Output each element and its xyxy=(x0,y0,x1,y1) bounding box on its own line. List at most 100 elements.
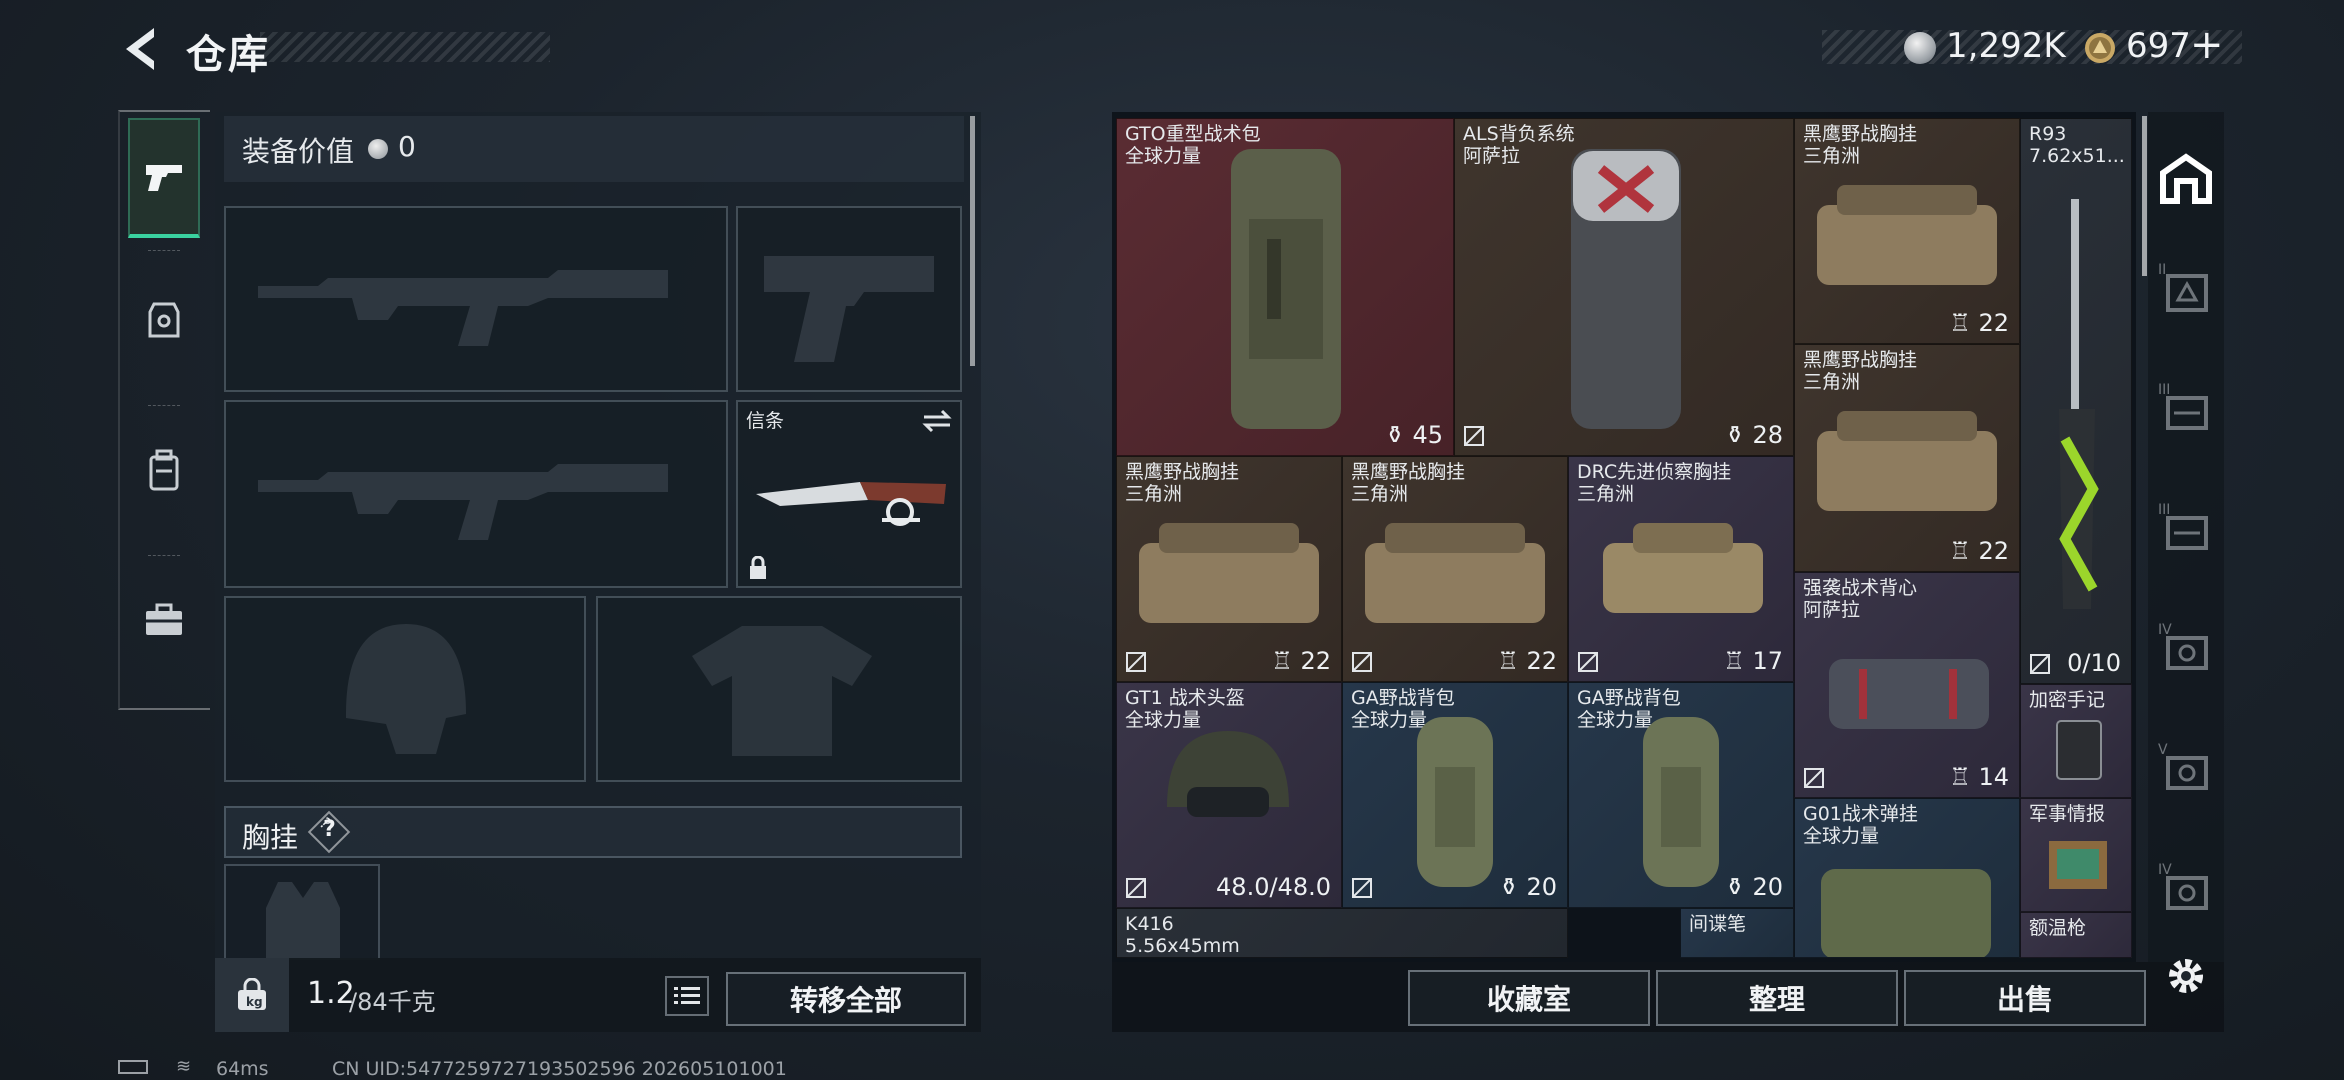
item-cell[interactable]: K416 5.56x45mm xyxy=(1116,908,1568,958)
chest-rig-label: 胸挂 xyxy=(242,821,299,854)
sniper-rifle-icon xyxy=(2059,199,2099,609)
item-cell[interactable]: 加密手记 xyxy=(2020,684,2132,798)
item-cell[interactable]: GTO重型战术包 全球力量 ⚱ 45 xyxy=(1116,118,1454,456)
item-name: 额温枪 xyxy=(2029,917,2087,939)
weight-lock-button[interactable]: kg xyxy=(215,958,289,1032)
item-cell[interactable]: G01战术弹挂 全球力量 xyxy=(1794,798,2020,958)
gold-coin-icon xyxy=(2085,33,2115,63)
armor-slot[interactable] xyxy=(596,596,962,782)
melee-slot[interactable]: 信条 xyxy=(736,400,962,588)
chest-rig-section-header: 胸挂 ? ? xyxy=(224,806,962,858)
item-name: R93 7.62x51... xyxy=(2029,123,2125,167)
item-capacity: ⚱ 20 xyxy=(1724,873,1783,901)
tier-4-label: IV xyxy=(2158,622,2172,638)
assault-vest-icon xyxy=(1829,659,1989,729)
collection-room-button[interactable]: 收藏室 xyxy=(1408,970,1650,1026)
item-name: 强袭战术背心 阿萨拉 xyxy=(1803,577,1918,621)
helmet-item-icon xyxy=(1167,731,1289,817)
category-nav xyxy=(118,110,210,710)
item-capacity: ♖ 22 xyxy=(1949,309,2009,337)
item-cell[interactable]: DRC先进侦察胸挂 三角洲 ♖ 17 xyxy=(1568,456,1794,682)
item-capacity: ⚱ 45 xyxy=(1384,421,1443,449)
tier-2-tab[interactable]: II xyxy=(2156,242,2216,342)
item-cell[interactable]: 黑鹰野战胸挂 三角洲 ♖ 22 xyxy=(1116,456,1342,682)
item-name: G01战术弹挂 全球力量 xyxy=(1803,803,1918,847)
chest-rig-icon xyxy=(1139,523,1319,623)
transfer-all-button[interactable]: 转移全部 xyxy=(726,972,966,1026)
help-mark: ? xyxy=(323,817,336,842)
pistol-placeholder-icon xyxy=(764,256,934,362)
tier-4b-tab[interactable]: IV xyxy=(2156,842,2216,942)
item-cell[interactable]: ALS背负系统 阿萨拉 ⚱ 28 xyxy=(1454,118,1794,456)
nav-case[interactable] xyxy=(128,560,200,680)
backpack-icon xyxy=(149,449,179,491)
weight-current: 1.2 xyxy=(307,976,355,1011)
silver-coin-icon xyxy=(1904,32,1936,64)
helmet-slot[interactable] xyxy=(224,596,586,782)
tier-3b-label: III xyxy=(2158,502,2171,518)
item-cell[interactable]: 军事情报 xyxy=(2020,798,2132,912)
tier-2-icon xyxy=(2166,274,2208,312)
tier-3-tab[interactable]: III xyxy=(2156,362,2216,462)
chest-rig-icon xyxy=(1817,411,1997,511)
item-cell[interactable]: R93 7.62x51... 0/10 xyxy=(2020,118,2132,684)
nav-armor[interactable] xyxy=(128,260,200,380)
stash-tabs: II III III IV V IV xyxy=(2148,112,2224,962)
swap-icon[interactable] xyxy=(922,408,952,434)
wifi-icon: ≋ xyxy=(176,1056,192,1077)
field-backpack-icon xyxy=(1643,717,1719,887)
field-backpack-icon xyxy=(1417,717,1493,887)
item-capacity: ♖ 22 xyxy=(1271,647,1331,675)
item-cell[interactable]: 黑鹰野战胸挂 三角洲 ♖ 22 xyxy=(1794,344,2020,572)
vest-icon xyxy=(148,302,180,338)
add-currency-button[interactable]: + xyxy=(2190,22,2224,68)
item-cell[interactable]: GT1 战术头盔 全球力量 48.0/48.0 xyxy=(1116,682,1342,908)
nav-backpack[interactable] xyxy=(128,410,200,530)
helmet-placeholder-icon xyxy=(346,624,466,754)
back-arrow-icon[interactable] xyxy=(118,24,162,74)
rifle-placeholder-icon xyxy=(258,270,668,346)
no-insure-icon xyxy=(1464,426,1484,446)
home-tab[interactable] xyxy=(2156,128,2216,228)
item-name: K416 5.56x45mm xyxy=(1125,913,1240,957)
item-cell[interactable]: GA野战背包 全球力量 ⚱ 20 xyxy=(1568,682,1794,908)
heavy-backpack-icon xyxy=(1231,149,1341,429)
tier-4-tab[interactable]: IV xyxy=(2156,602,2216,702)
panel-scrollbar[interactable] xyxy=(970,116,975,366)
tier-5-tab[interactable]: V xyxy=(2156,722,2216,822)
title-decoration xyxy=(260,32,550,62)
status-bar: ≋ 64ms CN UID:5477259727193502596 202605… xyxy=(118,1056,1018,1080)
chest-rig-icon xyxy=(1365,523,1545,623)
silver-currency-amount: 1,292K xyxy=(1946,26,2066,66)
tier-3b-tab[interactable]: III xyxy=(2156,482,2216,582)
home-icon xyxy=(2160,153,2212,204)
ammo-rig-icon xyxy=(1821,869,1991,957)
no-insure-icon xyxy=(1804,768,1824,788)
ping-text: 64ms xyxy=(216,1058,269,1080)
item-cell[interactable]: 额温枪 xyxy=(2020,912,2132,958)
item-cell[interactable]: 黑鹰野战胸挂 三角洲 ♖ 22 xyxy=(1794,118,2020,344)
weight-icon: kg xyxy=(238,978,266,1010)
gold-currency-amount: 697 xyxy=(2126,26,2191,66)
item-cell[interactable]: GA野战背包 全球力量 ⚱ 20 xyxy=(1342,682,1568,908)
grid-scrollbar[interactable] xyxy=(2142,116,2147,276)
item-cell[interactable]: 间谍笔 xyxy=(1680,908,1794,958)
item-cell[interactable]: 强袭战术背心 阿萨拉 ♖ 14 xyxy=(1794,572,2020,798)
pistol-icon xyxy=(146,165,182,191)
battery-icon xyxy=(118,1060,148,1074)
item-capacity: ♖ 17 xyxy=(1723,647,1783,675)
settings-gear-icon[interactable] xyxy=(2164,954,2208,998)
item-cell[interactable]: 黑鹰野战胸挂 三角洲 ♖ 22 xyxy=(1342,456,1568,682)
list-icon xyxy=(674,987,700,1004)
primary-weapon-slot[interactable] xyxy=(224,206,728,392)
tier-3-label: III xyxy=(2158,382,2171,398)
organize-button[interactable]: 整理 xyxy=(1656,970,1898,1026)
chest-rig-slot[interactable] xyxy=(224,864,380,960)
ammo-count: 0/10 xyxy=(2067,649,2121,677)
nav-weapons[interactable] xyxy=(128,118,200,238)
primary-weapon-slot-2[interactable] xyxy=(224,400,728,588)
secondary-weapon-slot[interactable] xyxy=(736,206,962,392)
list-view-button[interactable] xyxy=(665,976,709,1016)
sell-button[interactable]: 出售 xyxy=(1904,970,2146,1026)
no-insure-icon xyxy=(1578,652,1598,672)
